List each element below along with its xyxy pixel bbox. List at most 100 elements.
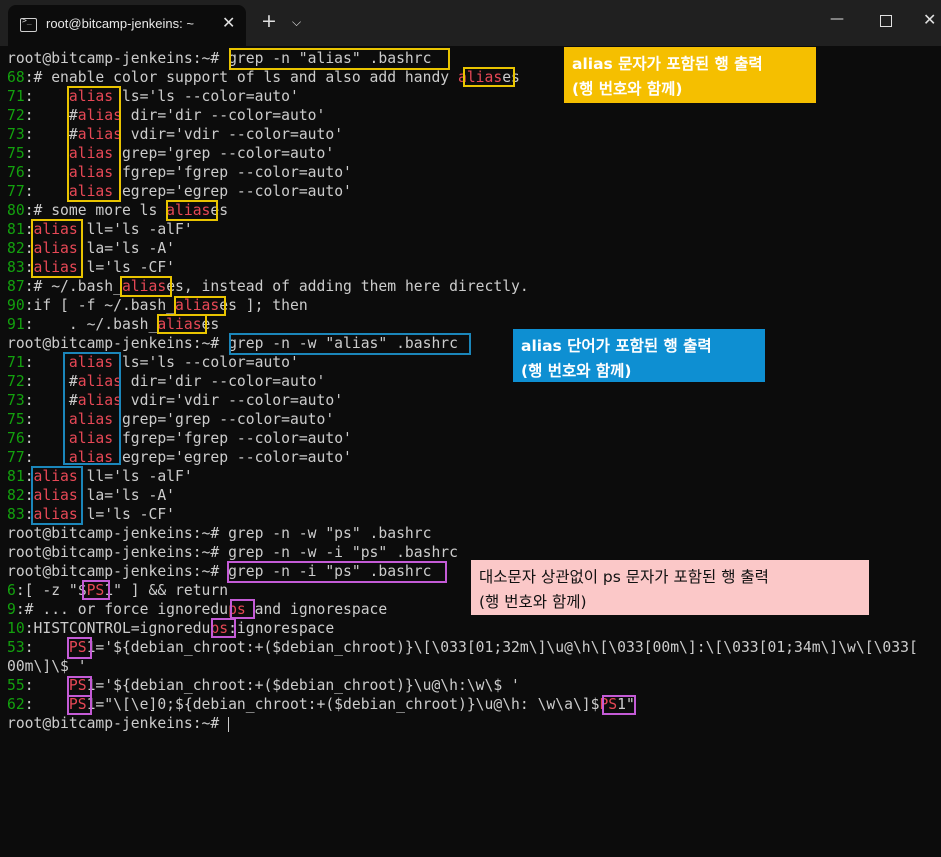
- terminal-text: :# ... or force ignoredu: [15, 601, 229, 618]
- terminal-text: vdir='vdir --color=auto': [121, 392, 344, 409]
- terminal-text: :: [24, 639, 69, 656]
- line-number: 77: [7, 449, 25, 466]
- terminal-text: 1" ] && return: [104, 582, 229, 599]
- terminal-text: :# ~/.bash_: [24, 278, 122, 295]
- yellow-match-box: [166, 200, 218, 221]
- line-number: 73: [7, 392, 25, 409]
- terminal-text: :: [24, 183, 69, 200]
- terminal-text: 1='${debian_chroot:+($debian_chroot)}\[\…: [86, 639, 918, 656]
- terminal-text: : . ~/.bash_: [24, 316, 158, 333]
- line-number: 81: [7, 221, 25, 238]
- terminal-line: 76: alias fgrep='fgrep --color=auto': [7, 429, 918, 448]
- terminal-text: 1="\[\e]0;${debian_chroot:+($debian_chro…: [86, 696, 600, 713]
- callout-alias-char: alias 문자가 포함된 행 출력 (행 번호와 함께): [564, 47, 816, 103]
- terminal-line: 53: PS1='${debian_chroot:+($debian_chroo…: [7, 638, 918, 657]
- new-tab-button[interactable]: +: [261, 10, 277, 32]
- terminal-line: 73: #alias vdir='vdir --color=auto': [7, 391, 918, 410]
- line-number: 53: [7, 639, 25, 656]
- yellow-match-box: [120, 276, 172, 297]
- terminal-line: 76: alias fgrep='fgrep --color=auto': [7, 163, 918, 182]
- terminal-text: l='ls -CF': [77, 506, 176, 523]
- line-number: 68: [7, 69, 25, 86]
- line-number: 76: [7, 164, 25, 181]
- purple-match-box: [230, 599, 255, 619]
- terminal-text: es, instead of adding them here directly…: [166, 278, 529, 295]
- terminal-line: 83:alias l='ls -CF': [7, 258, 918, 277]
- terminal-text: grep='grep --color=auto': [113, 145, 335, 162]
- purple-match-box: [67, 676, 92, 697]
- line-number: 83: [7, 259, 25, 276]
- purple-match-box: [67, 637, 92, 659]
- yellow-match-box: [463, 67, 515, 87]
- terminal-text: egrep='egrep --color=auto': [113, 449, 352, 466]
- terminal-text: grep='grep --color=auto': [113, 411, 335, 428]
- line-number: 80: [7, 202, 25, 219]
- purple-match-box: [211, 618, 236, 638]
- line-number: 9: [7, 601, 16, 618]
- terminal-text: :ignorespace: [228, 620, 335, 637]
- terminal-text: :: [24, 164, 69, 181]
- line-number: 91: [7, 316, 25, 333]
- terminal-text: :# some more ls: [24, 202, 167, 219]
- title-bar: root@bitcamp-jenkeins: ~ ✕ + ⌵ — ✕: [0, 0, 941, 46]
- terminal-text: :[ -z "$: [15, 582, 87, 599]
- terminal-tab[interactable]: root@bitcamp-jenkeins: ~ ✕: [8, 5, 246, 46]
- terminal-icon: [20, 16, 37, 32]
- line-number: 75: [7, 145, 25, 162]
- terminal-line: 10:HISTCONTROL=ignoredups:ignorespace: [7, 619, 918, 638]
- terminal-line: 62: PS1="\[\e]0;${debian_chroot:+($debia…: [7, 695, 918, 714]
- terminal-text: es ]; then: [219, 297, 308, 314]
- purple-match-box: [602, 695, 636, 715]
- line-number: 72: [7, 107, 25, 124]
- terminal-line: 90:if [ -f ~/.bash_aliases ]; then: [7, 296, 918, 315]
- yellow-match-box: [67, 86, 121, 202]
- terminal-line: 82:alias la='ls -A': [7, 486, 918, 505]
- terminal-line: 81:alias ll='ls -alF': [7, 467, 918, 486]
- maximize-button[interactable]: [880, 15, 892, 27]
- yellow-match-box: [31, 219, 83, 278]
- terminal-text: :HISTCONTROL=ignoredu: [24, 620, 211, 637]
- terminal-text: fgrep='fgrep --color=auto': [113, 164, 352, 181]
- terminal-line: 81:alias ll='ls -alF': [7, 220, 918, 239]
- terminal-text: ll='ls -alF': [77, 221, 193, 238]
- terminal-text: :# enable color support of ls and also a…: [24, 69, 458, 86]
- terminal-line: 73: #alias vdir='vdir --color=auto': [7, 125, 918, 144]
- line-number: 55: [7, 677, 25, 694]
- terminal-text: ll='ls -alF': [77, 468, 193, 485]
- terminal-line: 82:alias la='ls -A': [7, 239, 918, 258]
- tab-dropdown-button[interactable]: ⌵: [292, 15, 301, 30]
- line-number: 87: [7, 278, 25, 295]
- terminal-text: :: [24, 677, 69, 694]
- terminal-text: ls='ls --color=auto': [113, 88, 299, 105]
- terminal-line: 71: alias ls='ls --color=auto': [7, 353, 918, 372]
- terminal-text: dir='dir --color=auto': [121, 373, 326, 390]
- terminal-text: :: [24, 696, 69, 713]
- terminal-line: root@bitcamp-jenkeins:~# grep -n -w "ps"…: [7, 524, 918, 543]
- terminal-text: :: [24, 145, 69, 162]
- close-window-button[interactable]: ✕: [923, 10, 936, 29]
- line-number: 62: [7, 696, 25, 713]
- line-number: 73: [7, 126, 25, 143]
- tab-title: root@bitcamp-jenkeins: ~: [46, 16, 194, 31]
- line-number: 75: [7, 411, 25, 428]
- terminal-text: dir='dir --color=auto': [121, 107, 326, 124]
- yellow-command-box: [229, 48, 450, 70]
- tab-close-button[interactable]: ✕: [222, 13, 235, 32]
- terminal-text: vdir='vdir --color=auto': [121, 126, 344, 143]
- purple-match-box: [67, 695, 92, 715]
- line-number: 6: [7, 582, 16, 599]
- purple-match-box: [82, 580, 110, 600]
- terminal-text: root@bitcamp-jenkeins:~# grep -n -w -i "…: [7, 544, 458, 561]
- minimize-button[interactable]: —: [830, 11, 844, 27]
- line-number: 72: [7, 373, 25, 390]
- terminal-line: 77: alias egrep='egrep --color=auto': [7, 448, 918, 467]
- terminal-output[interactable]: root@bitcamp-jenkeins:~# grep -n "alias"…: [7, 49, 918, 733]
- line-number: 71: [7, 354, 25, 371]
- line-number: 81: [7, 468, 25, 485]
- terminal-text: and ignorespace: [245, 601, 388, 618]
- terminal-text: fgrep='fgrep --color=auto': [113, 430, 352, 447]
- line-number: 82: [7, 240, 25, 257]
- terminal-line: 00m\]\$ ': [7, 657, 918, 676]
- terminal-line: 80:# some more ls aliases: [7, 201, 918, 220]
- yellow-match-box: [174, 296, 226, 316]
